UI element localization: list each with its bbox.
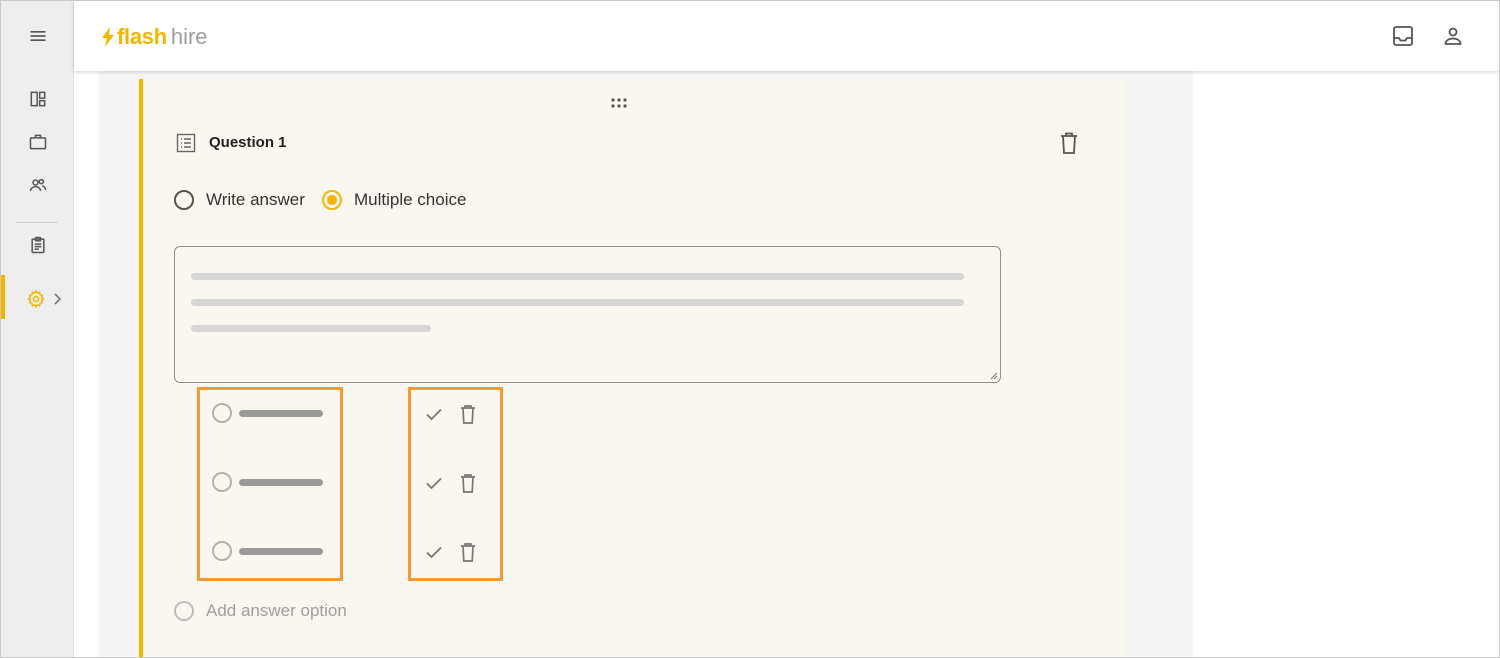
people-icon[interactable] bbox=[1, 167, 74, 203]
logo[interactable]: flash hire bbox=[100, 23, 208, 51]
check-icon[interactable] bbox=[424, 473, 444, 493]
option-text-line[interactable] bbox=[239, 479, 323, 486]
briefcase-icon[interactable] bbox=[1, 124, 74, 160]
option-radio[interactable] bbox=[212, 403, 232, 423]
drag-handle-icon[interactable] bbox=[610, 97, 628, 109]
account-icon[interactable] bbox=[1441, 24, 1465, 48]
answer-actions-highlight bbox=[408, 387, 503, 581]
option-radio[interactable] bbox=[212, 472, 232, 492]
placeholder-line bbox=[191, 325, 431, 332]
bolt-icon bbox=[102, 27, 114, 47]
placeholder-line bbox=[191, 273, 964, 280]
delete-option-icon[interactable] bbox=[458, 473, 478, 493]
answer-type-multiple[interactable]: Multiple choice bbox=[322, 188, 466, 212]
logo-hire-text: hire bbox=[170, 24, 208, 49]
option-text-line[interactable] bbox=[239, 410, 323, 417]
placeholder-line bbox=[191, 299, 964, 306]
write-answer-radio[interactable] bbox=[174, 190, 194, 210]
question-textarea[interactable] bbox=[174, 246, 1001, 383]
write-answer-label: Write answer bbox=[206, 190, 305, 209]
list-icon bbox=[176, 133, 196, 153]
menu-icon[interactable] bbox=[1, 18, 74, 54]
add-answer-option[interactable]: Add answer option bbox=[174, 599, 347, 623]
inbox-icon[interactable] bbox=[1391, 24, 1415, 48]
delete-question-icon[interactable] bbox=[1058, 131, 1080, 155]
dashboard-icon[interactable] bbox=[1, 81, 74, 117]
logo-flash-text: flash bbox=[117, 24, 167, 49]
multiple-choice-label: Multiple choice bbox=[354, 190, 467, 209]
sidebar bbox=[1, 1, 74, 657]
option-text-line[interactable] bbox=[239, 548, 323, 555]
add-answer-option-label: Add answer option bbox=[206, 601, 347, 620]
option-radio[interactable] bbox=[212, 541, 232, 561]
app-frame: flash hire Question 1 Write answer Multi… bbox=[0, 0, 1500, 658]
sidebar-divider bbox=[16, 222, 58, 223]
top-header: flash hire bbox=[74, 1, 1499, 71]
check-icon[interactable] bbox=[424, 404, 444, 424]
clipboard-icon[interactable] bbox=[1, 227, 74, 263]
resize-grip-icon[interactable] bbox=[990, 372, 998, 380]
multiple-choice-radio[interactable] bbox=[322, 190, 342, 210]
check-icon[interactable] bbox=[424, 542, 444, 562]
delete-option-icon[interactable] bbox=[458, 542, 478, 562]
add-option-radio bbox=[174, 601, 194, 621]
question-title: Question 1 bbox=[209, 134, 287, 151]
chevron-right-icon[interactable] bbox=[52, 292, 62, 306]
answer-type-write[interactable]: Write answer bbox=[174, 188, 305, 212]
delete-option-icon[interactable] bbox=[458, 404, 478, 424]
